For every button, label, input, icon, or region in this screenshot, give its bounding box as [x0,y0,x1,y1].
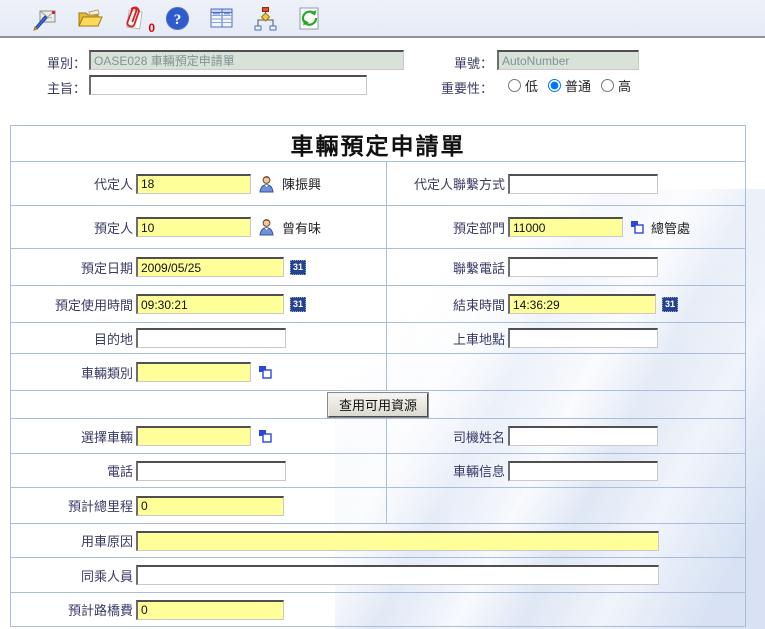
select-vehicle-lookup-icon[interactable] [258,429,272,443]
agent-contact-label: 代定人聯繫方式 [387,174,508,193]
row-toll-fee: 預計路橋費 [11,593,746,627]
row-phone-info: 電話 車輛信息 [11,454,746,488]
vehicle-type-input[interactable] [136,362,251,382]
row-agent: 代定人 陳振興 代定人聯繫方式 [11,162,746,206]
reserver-name-display: 曾有味 [282,218,321,237]
form-type-field[interactable] [89,50,404,70]
passengers-label: 同乘人員 [11,566,136,585]
row-locations: 目的地 上車地點 [11,323,746,354]
phone-input[interactable] [136,461,286,481]
open-folder-icon[interactable] [76,5,103,32]
passengers-input[interactable] [136,565,659,585]
svg-text:?: ? [174,12,182,28]
select-vehicle-input[interactable] [136,426,251,446]
help-icon[interactable]: ? [164,5,191,32]
importance-radio-normal[interactable] [548,79,561,92]
agent-name-display: 陳振興 [282,174,321,193]
reserver-input[interactable] [136,217,251,237]
vehicle-info-input[interactable] [508,461,658,481]
attachment-icon[interactable]: 0 [120,5,147,32]
calendar-icon[interactable]: 31 [290,297,306,312]
attachment-count: 0 [148,21,155,35]
send-mail-icon[interactable] [32,5,59,32]
date-label: 預定日期 [11,258,136,277]
person-lookup-icon[interactable] [258,175,275,193]
row-check-resources: 查用可用資源 [11,391,746,419]
dept-name-display: 總管處 [651,218,690,237]
toll-fee-label: 預計路橋費 [11,600,136,619]
destination-label: 目的地 [11,329,136,348]
destination-input[interactable] [136,328,286,348]
reserver-label: 預定人 [11,218,136,237]
list-icon[interactable] [208,5,235,32]
row-times: 預定使用時間 31 結束時間 31 [11,286,746,323]
date-input[interactable] [136,257,284,277]
row-date: 預定日期 31 聯繫電話 [11,249,746,286]
importance-radio-low[interactable] [508,79,521,92]
end-time-label: 結束時間 [387,295,508,314]
dept-lookup-icon[interactable] [630,220,644,234]
start-time-input[interactable] [136,294,284,314]
reason-input[interactable] [136,531,659,551]
driver-name-label: 司機姓名 [387,427,508,446]
row-reason: 用車原因 [11,524,746,558]
importance-radio-high[interactable] [601,79,614,92]
driver-name-input[interactable] [508,426,658,446]
form-title: 車輛預定申請單 [291,133,466,159]
vehicle-info-label: 車輛信息 [387,461,508,480]
importance-radio-group: 低 普通 高 [508,76,639,95]
total-mileage-input[interactable] [136,496,284,516]
subject-input[interactable] [89,75,367,95]
calendar-icon[interactable]: 31 [290,260,306,275]
toll-fee-input[interactable] [136,600,284,620]
workflow-icon[interactable] [252,5,279,32]
importance-option-normal[interactable]: 普通 [565,76,591,95]
vehicle-type-lookup-icon[interactable] [258,365,272,379]
subject-label: 主旨： [10,78,86,97]
pickup-input[interactable] [508,328,658,348]
person-lookup-icon[interactable] [258,218,275,236]
end-time-input[interactable] [508,294,656,314]
row-select-vehicle: 選擇車輛 司機姓名 [11,419,746,454]
phone-label: 電話 [11,461,136,480]
start-time-label: 預定使用時間 [11,295,136,314]
contact-phone-label: 聯繫電話 [387,258,508,277]
pickup-label: 上車地點 [387,329,508,348]
row-vehicle-type: 車輛類別 [11,354,746,391]
contact-phone-input[interactable] [508,257,658,277]
row-reserver: 預定人 曾有味 預定部門 總管處 [11,206,746,249]
toolbar: 0 ? [0,0,765,38]
form-type-label: 單別： [10,53,86,72]
select-vehicle-label: 選擇車輛 [11,427,136,446]
row-mileage: 預計總里程 [11,488,746,524]
importance-label: 重要性： [420,78,493,97]
check-resources-button[interactable]: 查用可用資源 [328,393,428,417]
agent-label: 代定人 [11,174,136,193]
agent-input[interactable] [136,174,251,194]
vehicle-type-label: 車輛類別 [11,363,136,382]
agent-contact-input[interactable] [508,174,658,194]
header-panel: 單別： 單號： 主旨： 重要性： 低 普通 高 [0,40,765,120]
importance-option-high[interactable]: 高 [618,76,631,95]
form-no-field[interactable] [497,50,639,70]
dept-label: 預定部門 [387,218,508,237]
calendar-icon[interactable]: 31 [662,297,678,312]
refresh-icon[interactable] [296,5,323,32]
vehicle-reservation-form: 車輛預定申請單 代定人 陳振興 代定人聯繫方式 預定人 [10,125,746,627]
row-passengers: 同乘人員 [11,558,746,593]
importance-option-low[interactable]: 低 [525,76,538,95]
total-mileage-label: 預計總里程 [11,496,136,515]
reason-label: 用車原因 [11,531,136,550]
form-no-label: 單號： [430,53,493,72]
dept-input[interactable] [508,217,623,237]
